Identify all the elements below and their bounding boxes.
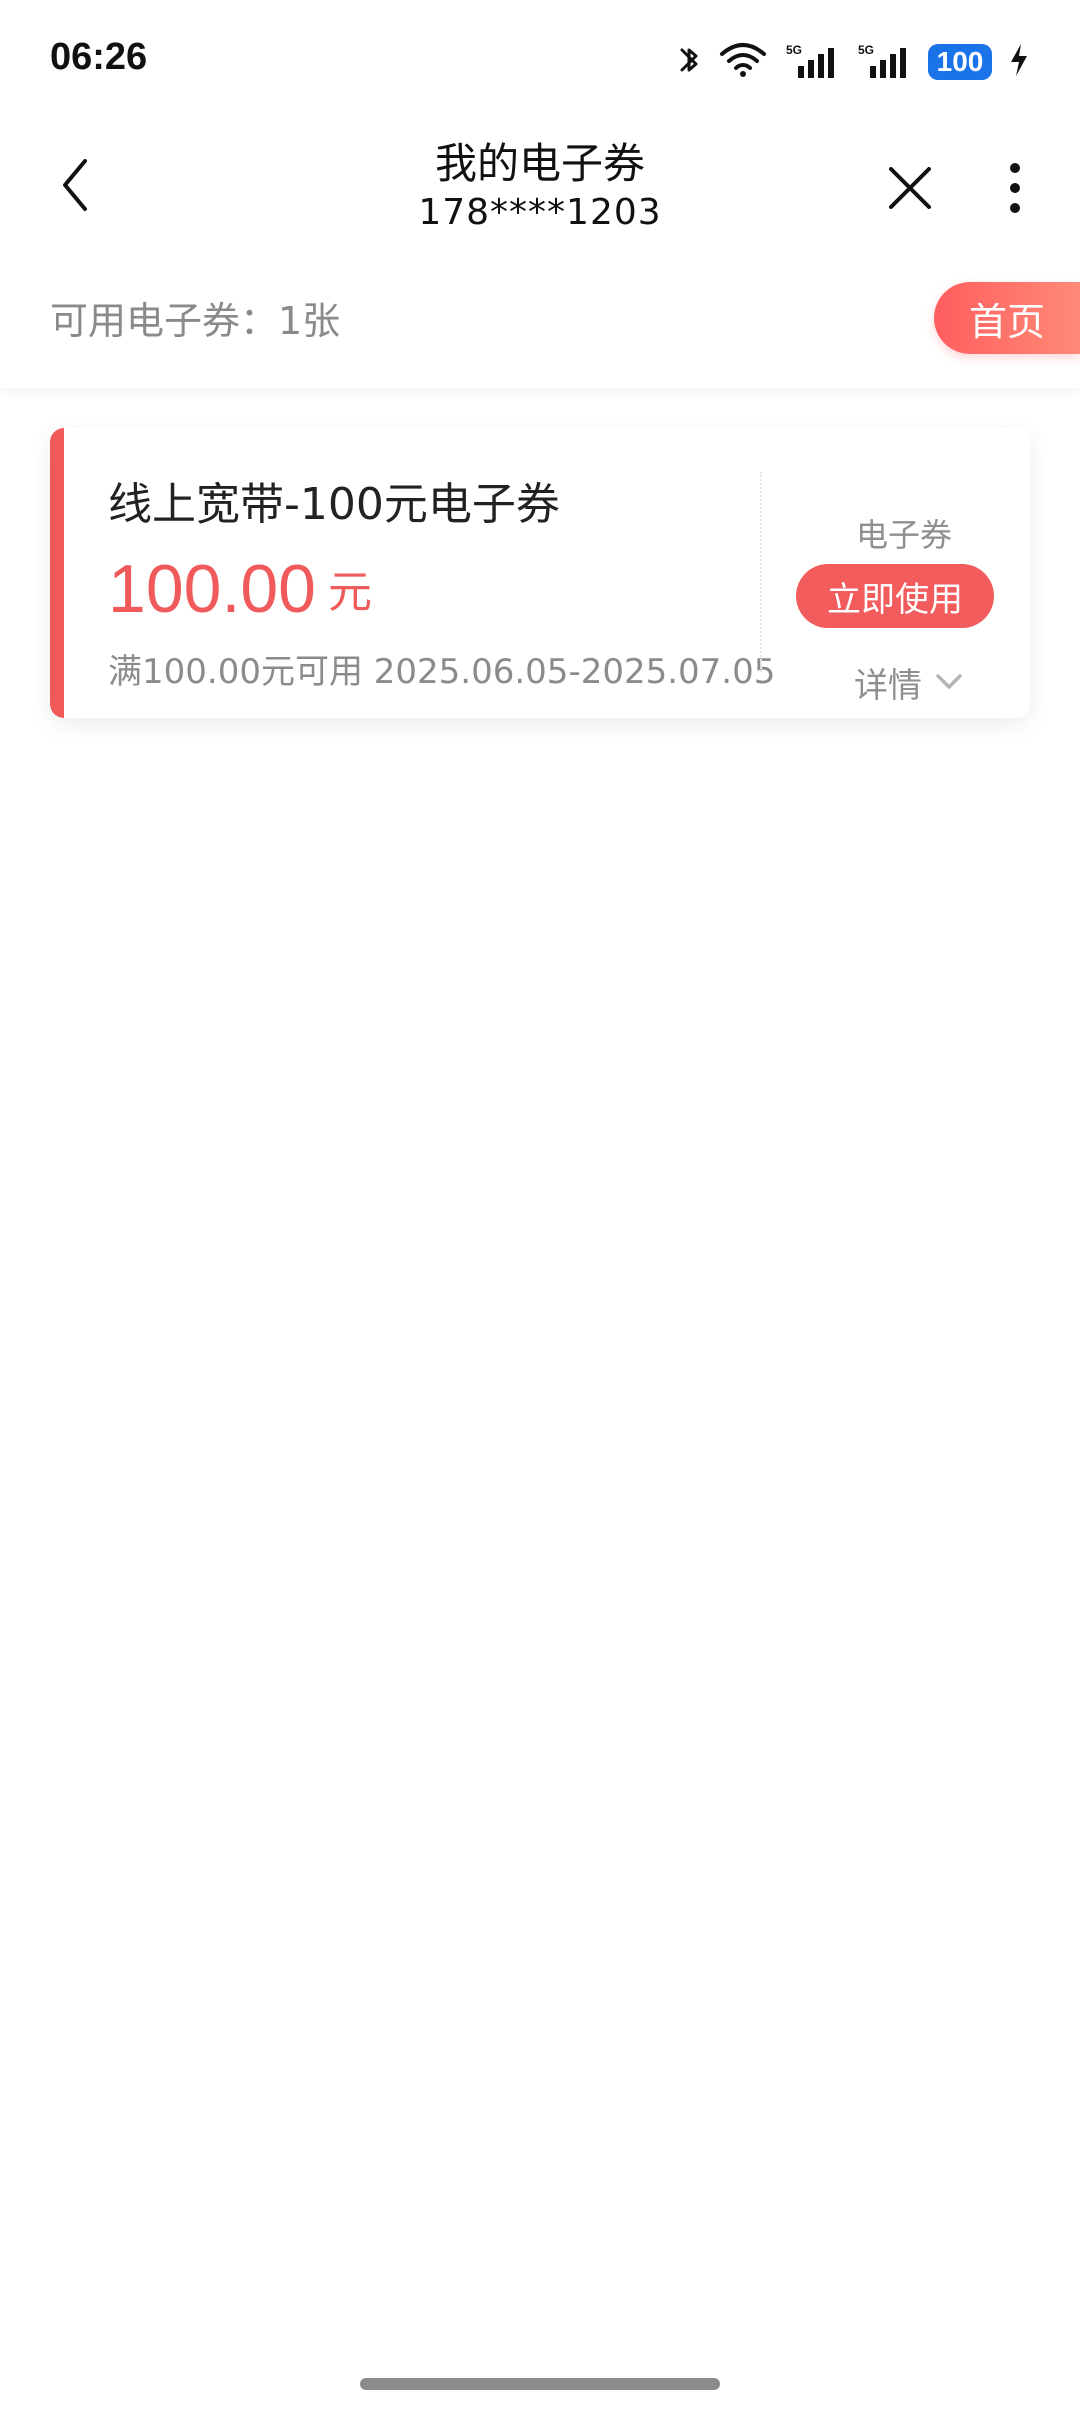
- status-time: 06:26: [50, 36, 148, 78]
- more-vertical-icon: [1010, 163, 1020, 213]
- summary-bar: 可用电子券：1张 首页: [0, 270, 1080, 388]
- home-indicator[interactable]: [360, 2378, 720, 2390]
- page-header: 我的电子券 178****1203: [0, 120, 1080, 270]
- svg-text:5G: 5G: [786, 43, 802, 57]
- wifi-icon: [718, 40, 768, 84]
- available-count: 可用电子券：1张: [50, 299, 341, 343]
- coupon-divider: [760, 472, 762, 672]
- 5g-signal-icon: 5G: [856, 40, 912, 84]
- details-toggle[interactable]: 详情: [854, 660, 964, 706]
- coupon-amount-row: 100.00 元: [108, 548, 372, 628]
- coupon-amount: 100.00: [108, 551, 316, 627]
- coupon-unit: 元: [327, 567, 372, 618]
- coupon-title: 线上宽带-100元电子券: [108, 479, 560, 530]
- status-icons: 5G 5G 100: [676, 40, 1030, 84]
- use-now-button[interactable]: 立即使用: [796, 564, 994, 628]
- status-bar: 06:26 5G 5G 100: [0, 0, 1080, 120]
- charging-icon: [1008, 42, 1030, 82]
- details-label: 详情: [854, 665, 922, 706]
- home-button[interactable]: 首页: [934, 282, 1080, 354]
- coupon-condition: 满100.00元可用 2025.06.05-2025.07.05: [108, 652, 776, 692]
- battery-icon: 100: [928, 44, 992, 80]
- svg-text:5G: 5G: [858, 43, 874, 57]
- close-icon: [889, 167, 931, 209]
- more-button[interactable]: [990, 148, 1040, 228]
- close-button[interactable]: [870, 148, 950, 228]
- bluetooth-icon: [676, 40, 702, 84]
- coupon-card[interactable]: 线上宽带-100元电子券 100.00 元 满100.00元可用 2025.06…: [50, 428, 1030, 718]
- coupon-accent-stripe: [50, 428, 64, 718]
- chevron-down-icon: [936, 674, 962, 689]
- 5g-signal-icon: 5G: [784, 40, 840, 84]
- coupon-type: 电子券: [855, 516, 952, 554]
